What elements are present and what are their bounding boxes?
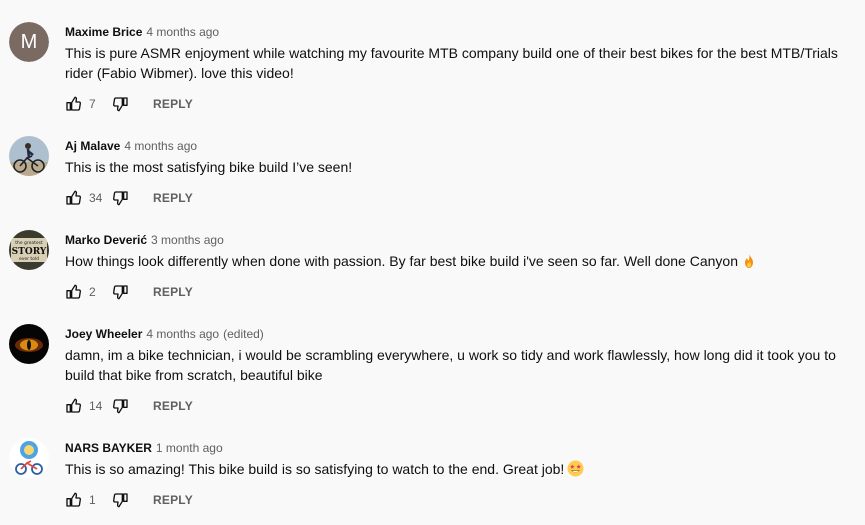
comment-text: This is so amazing! This bike build is s…	[65, 459, 855, 482]
like-count: 2	[89, 285, 96, 299]
avatar-letter: M	[9, 22, 49, 62]
comment-actions: 14 REPLY	[65, 396, 193, 416]
reply-button[interactable]: REPLY	[153, 399, 193, 413]
star-struck-emoji-icon	[567, 460, 584, 482]
thumb-down-icon[interactable]	[113, 284, 129, 300]
author-name[interactable]: Maxime Brice	[65, 25, 142, 39]
comment-time[interactable]: 3 months ago	[151, 233, 224, 247]
comments-section: M Maxime Brice 4 months ago This is pure …	[0, 0, 865, 525]
thumb-up-icon[interactable]	[65, 492, 81, 508]
avatar[interactable]	[9, 136, 49, 176]
comment-actions: 1 REPLY	[65, 490, 193, 510]
thumb-up-icon[interactable]	[65, 190, 81, 206]
reply-button[interactable]: REPLY	[153, 285, 193, 299]
like-count: 7	[89, 97, 96, 111]
comment-header: NARS BAYKER 1 month ago	[65, 440, 223, 456]
thumb-down-icon[interactable]	[113, 492, 129, 508]
author-name[interactable]: Joey Wheeler	[65, 327, 142, 341]
avatar[interactable]	[9, 438, 49, 478]
thumb-up-icon[interactable]	[65, 96, 81, 112]
comment-time[interactable]: 1 month ago	[156, 441, 223, 455]
avatar[interactable]: M	[9, 22, 49, 62]
thumb-down-icon[interactable]	[113, 96, 129, 112]
comment-text-body: How things look differently when done wi…	[65, 253, 738, 269]
avatar-caption: the greatest	[15, 240, 43, 246]
author-name[interactable]: NARS BAYKER	[65, 441, 152, 455]
edited-label: (edited)	[223, 327, 264, 341]
avatar[interactable]	[9, 324, 49, 364]
comment-header: Marko Deverić 3 months ago	[65, 232, 224, 248]
comment-text: How things look differently when done wi…	[65, 251, 855, 274]
comment-time[interactable]: 4 months ago	[146, 327, 219, 341]
like-count: 14	[89, 399, 103, 413]
thumb-down-icon[interactable]	[113, 190, 129, 206]
author-name[interactable]: Aj Malave	[65, 139, 120, 153]
comment-actions: 2 REPLY	[65, 282, 193, 302]
comment-time[interactable]: 4 months ago	[146, 25, 219, 39]
author-name[interactable]: Marko Deverić	[65, 233, 147, 247]
comment-time[interactable]: 4 months ago	[124, 139, 197, 153]
like-count: 34	[89, 191, 103, 205]
thumb-up-icon[interactable]	[65, 284, 81, 300]
reply-button[interactable]: REPLY	[153, 97, 193, 111]
comment-text-body: This is so amazing! This bike build is s…	[65, 461, 565, 477]
comment-text: damn, im a bike technician, i would be s…	[65, 347, 836, 383]
thumb-up-icon[interactable]	[65, 398, 81, 414]
avatar[interactable]: the greatest STORY ever told	[9, 230, 49, 270]
comment-header: Maxime Brice 4 months ago	[65, 24, 219, 40]
reply-button[interactable]: REPLY	[153, 493, 193, 507]
reply-button[interactable]: REPLY	[153, 191, 193, 205]
avatar-caption: ever told	[19, 256, 39, 262]
fire-emoji-icon	[741, 253, 757, 274]
comment-header: Aj Malave 4 months ago	[65, 138, 197, 154]
like-count: 1	[89, 493, 96, 507]
comment-actions: 34 REPLY	[65, 188, 193, 208]
comment-actions: 7 REPLY	[65, 94, 193, 114]
comment-text: This is the most satisfying bike build I…	[65, 159, 353, 175]
avatar-caption: STORY	[12, 247, 47, 257]
comment-header: Joey Wheeler 4 months ago (edited)	[65, 326, 264, 342]
comment-text: This is pure ASMR enjoyment while watchi…	[65, 45, 838, 81]
thumb-down-icon[interactable]	[113, 398, 129, 414]
